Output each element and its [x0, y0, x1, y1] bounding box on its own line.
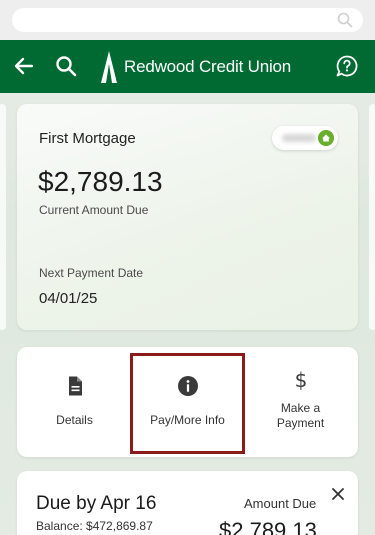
carousel-prev-card[interactable] [0, 104, 6, 330]
close-icon[interactable] [329, 485, 347, 503]
back-arrow-icon[interactable] [12, 54, 36, 78]
current-amount-label: Current Amount Due [39, 203, 149, 217]
make-payment-label: Make a Payment [276, 401, 325, 430]
due-card: Due by Apr 16 Balance: $472,869.87 Amoun… [17, 471, 358, 535]
app-header: Redwood Credit Union [0, 40, 375, 93]
search-icon[interactable] [54, 54, 78, 78]
balance-text: Balance: $472,869.87 [36, 519, 153, 533]
next-payment-label: Next Payment Date [39, 266, 144, 280]
url-bar[interactable] [12, 8, 363, 32]
help-chat-icon[interactable] [335, 54, 359, 78]
details-button[interactable]: Details [18, 347, 131, 457]
browser-url-area [0, 0, 375, 40]
carousel-next-card[interactable] [369, 104, 375, 330]
document-icon [68, 376, 82, 396]
dollar-icon: $ [294, 369, 307, 391]
due-date-title: Due by Apr 16 [36, 493, 157, 514]
brand-logo: Redwood Credit Union [98, 49, 291, 85]
brand-name: Redwood Credit Union [124, 57, 292, 76]
amount-due-label: Amount Due [244, 496, 317, 511]
search-icon[interactable] [337, 12, 353, 28]
home-icon [318, 130, 334, 146]
masked-account-number [282, 134, 316, 142]
amount-due-value: $2,789.13 [219, 518, 317, 535]
next-payment-date: 04/01/25 [39, 290, 98, 307]
account-card[interactable]: First Mortgage $2,789.13 Current Amount … [17, 104, 358, 330]
current-amount-due: $2,789.13 [38, 166, 163, 197]
account-name: First Mortgage [39, 130, 136, 147]
highlight-box [130, 353, 245, 454]
redwood-tree-icon [101, 51, 117, 83]
make-payment-button[interactable]: $ Make a Payment [244, 347, 357, 457]
svg-text:$: $ [294, 369, 307, 391]
account-number-badge [272, 126, 338, 150]
details-label: Details [56, 413, 93, 427]
